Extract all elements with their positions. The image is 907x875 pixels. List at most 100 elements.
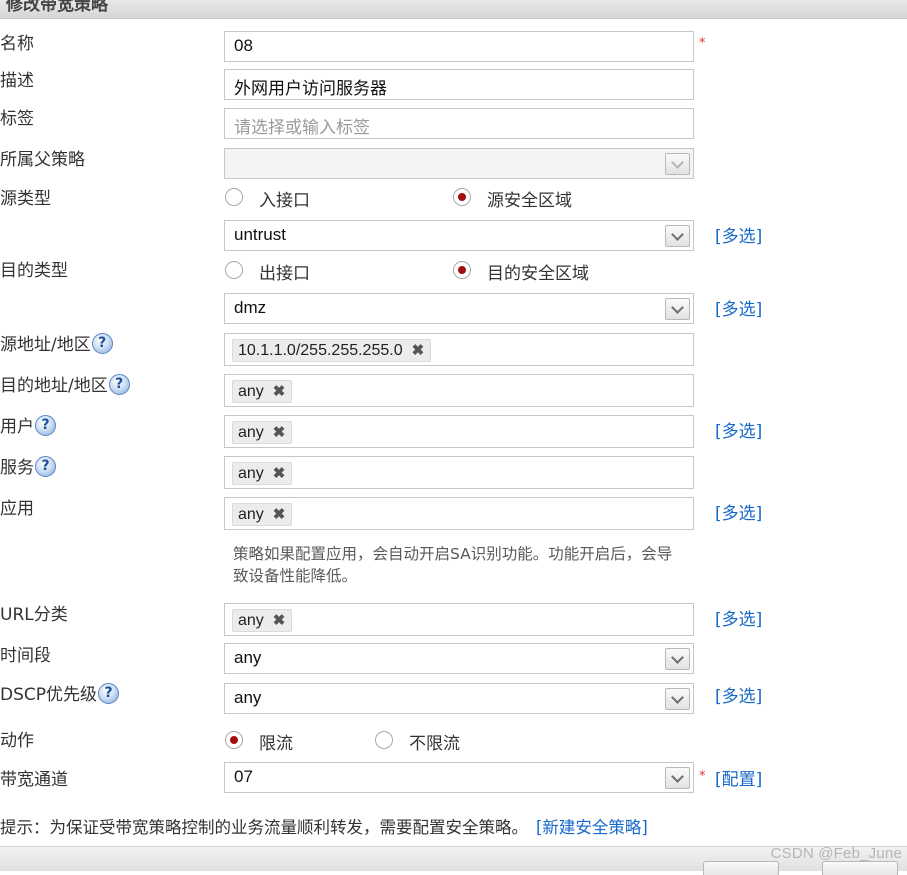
chevron-down-icon [671, 770, 684, 783]
source-address-tag: 10.1.1.0/255.255.255.0 ✖ [232, 339, 432, 362]
help-icon[interactable]: ? [35, 414, 56, 436]
dialog-title: 修改带宽策略 [6, 0, 108, 15]
time-range-dropdown-button[interactable] [665, 648, 690, 670]
help-icon[interactable]: ? [91, 332, 113, 354]
bandwidth-channel-dropdown-button[interactable] [665, 767, 690, 789]
dest-zone-dropdown-button[interactable] [665, 298, 690, 320]
application-multiselect-link[interactable]: [多选] [715, 499, 762, 524]
description-value: 外网用户访问服务器 [234, 79, 387, 99]
source-address-input[interactable]: 10.1.1.0/255.255.255.0 ✖ [224, 333, 694, 366]
help-icon[interactable]: ? [108, 373, 130, 395]
dest-zone-value: dmz [234, 298, 267, 317]
dest-address-label: 目的地址/地区? [0, 373, 130, 397]
source-type-radio-interface[interactable] [225, 188, 243, 206]
source-zone-dropdown-button[interactable] [665, 225, 690, 247]
source-type-option-interface[interactable]: 入接口 [259, 186, 310, 211]
service-label: 服务? [0, 455, 56, 479]
dest-address-label-text: 目的地址/地区 [0, 376, 108, 396]
cancel-button[interactable] [822, 861, 898, 875]
dscp-dropdown-button[interactable] [665, 688, 690, 710]
source-zone-multiselect-link[interactable]: [多选] [715, 222, 762, 247]
parent-policy-select[interactable] [224, 148, 694, 179]
action-radio-limit[interactable] [225, 731, 243, 749]
url-category-tag: any ✖ [232, 609, 293, 632]
dest-type-option-interface[interactable]: 出接口 [259, 259, 310, 284]
tag-label: any [238, 506, 264, 523]
url-category-label: URL分类 [0, 605, 68, 625]
action-option-limit[interactable]: 限流 [259, 729, 293, 754]
tag-label: any [238, 424, 264, 441]
application-tag: any ✖ [232, 503, 293, 526]
service-tag: any ✖ [232, 462, 293, 485]
bandwidth-channel-value: 07 [234, 767, 253, 786]
watermark: CSDN @Feb_June [770, 845, 902, 862]
tags-input[interactable]: 请选择或输入标签 [224, 108, 694, 139]
action-label: 动作 [0, 731, 34, 751]
tags-label: 标签 [0, 109, 34, 129]
dialog-title-bar: 修改带宽策略 [0, 0, 907, 19]
url-category-input[interactable]: any ✖ [224, 603, 694, 636]
dest-address-tag: any ✖ [232, 380, 293, 403]
dest-zone-multiselect-link[interactable]: [多选] [715, 295, 762, 320]
dest-zone-select[interactable]: dmz [224, 293, 694, 324]
source-type-option-zone[interactable]: 源安全区域 [487, 186, 572, 211]
action-option-no-limit[interactable]: 不限流 [409, 729, 460, 754]
tip-text: 提示：为保证受带宽策略控制的业务流量顺利转发，需要配置安全策略。 [0, 818, 528, 837]
remove-tag-icon[interactable]: ✖ [273, 463, 286, 484]
user-label: 用户? [0, 414, 56, 438]
remove-tag-icon[interactable]: ✖ [412, 340, 425, 361]
service-input[interactable]: any ✖ [224, 456, 694, 489]
tag-label: any [238, 383, 264, 400]
bandwidth-channel-label: 带宽通道 [0, 770, 68, 790]
time-range-select[interactable]: any [224, 643, 694, 674]
tags-placeholder: 请选择或输入标签 [234, 118, 370, 138]
tag-label: any [238, 612, 264, 629]
dscp-select[interactable]: any [224, 683, 694, 714]
dest-type-label: 目的类型 [0, 261, 68, 281]
application-label: 应用 [0, 499, 34, 519]
name-label: 名称 [0, 34, 34, 54]
user-tag: any ✖ [232, 421, 293, 444]
chevron-down-icon [671, 691, 684, 704]
url-category-multiselect-link[interactable]: [多选] [715, 605, 762, 630]
description-label: 描述 [0, 71, 34, 91]
chevron-down-icon [671, 301, 684, 314]
bandwidth-channel-config-link[interactable]: [配置] [715, 765, 762, 790]
dest-type-radio-interface[interactable] [225, 261, 243, 279]
dest-type-option-zone[interactable]: 目的安全区域 [487, 259, 589, 284]
help-icon[interactable]: ? [98, 682, 120, 704]
name-input[interactable]: 08 [224, 31, 694, 62]
remove-tag-icon[interactable]: ✖ [273, 610, 286, 631]
new-security-policy-link[interactable]: [新建安全策略] [536, 818, 648, 837]
description-input[interactable]: 外网用户访问服务器 [224, 69, 694, 100]
bandwidth-channel-select[interactable]: 07 [224, 762, 694, 793]
source-type-radio-zone[interactable] [453, 188, 471, 206]
tag-label: any [238, 465, 264, 482]
dscp-value: any [234, 688, 262, 707]
source-zone-select[interactable]: untrust [224, 220, 694, 251]
parent-policy-dropdown-button[interactable] [665, 153, 690, 175]
dscp-multiselect-link[interactable]: [多选] [715, 682, 762, 707]
source-type-label: 源类型 [0, 189, 51, 209]
ok-button[interactable] [703, 861, 779, 875]
application-input[interactable]: any ✖ [224, 497, 694, 530]
remove-tag-icon[interactable]: ✖ [273, 422, 286, 443]
remove-tag-icon[interactable]: ✖ [273, 381, 286, 402]
user-multiselect-link[interactable]: [多选] [715, 417, 762, 442]
dest-address-input[interactable]: any ✖ [224, 374, 694, 407]
security-policy-tip: 提示：为保证受带宽策略控制的业务流量顺利转发，需要配置安全策略。 [新建安全策略] [0, 814, 648, 838]
application-note: 策略如果配置应用，会自动开启SA识别功能。功能开启后，会导致设备性能降低。 [233, 545, 673, 585]
dest-type-radio-zone[interactable] [453, 261, 471, 279]
user-input[interactable]: any ✖ [224, 415, 694, 448]
name-required-mark: * [699, 36, 706, 51]
action-radio-no-limit[interactable] [375, 731, 393, 749]
source-address-label: 源地址/地区? [0, 332, 113, 356]
help-icon[interactable]: ? [35, 455, 56, 477]
user-label-text: 用户 [0, 417, 34, 437]
name-value: 08 [234, 36, 253, 55]
parent-policy-label: 所属父策略 [0, 150, 85, 170]
chevron-down-icon [671, 651, 684, 664]
tag-label: 10.1.1.0/255.255.255.0 [238, 342, 403, 359]
bandwidth-channel-required-mark: * [699, 769, 706, 784]
remove-tag-icon[interactable]: ✖ [273, 504, 286, 525]
